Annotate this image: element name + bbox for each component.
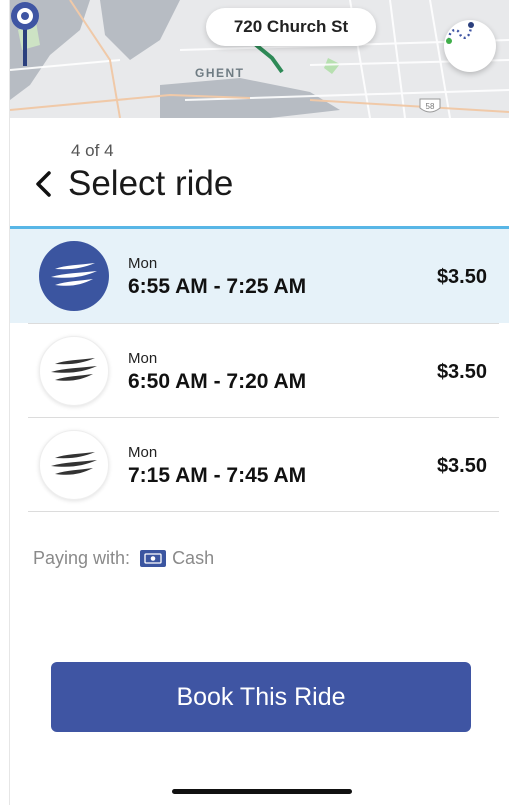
ride-day: Mon — [128, 350, 158, 367]
svg-text:58: 58 — [426, 102, 435, 111]
address-pill[interactable]: 720 Church St — [206, 8, 376, 46]
ride-price: $3.50 — [436, 361, 487, 383]
ride-price: $3.50 — [436, 455, 487, 477]
page-title: Select ride — [68, 164, 234, 203]
app: 720 Church St GHENT 58 4 of 4 Select rid… — [10, 0, 509, 805]
ride-day: Mon — [128, 255, 158, 272]
cash-icon — [140, 550, 167, 567]
ferry-icon — [51, 263, 97, 286]
book-ride-button[interactable]: Book This Ride — [51, 662, 471, 732]
ferry-avatar — [39, 336, 109, 406]
ride-option-2[interactable]: Mon 6:50 AM - 7:20 AM $3.50 — [10, 324, 509, 418]
ferry-avatar — [39, 241, 109, 311]
ride-time: 6:55 AM - 7:25 AM — [128, 275, 307, 298]
payment-label: Paying with: — [33, 548, 131, 568]
home-indicator[interactable] — [172, 789, 352, 794]
map[interactable]: 720 Church St GHENT 58 — [10, 0, 509, 118]
route-overview-button[interactable] — [444, 20, 496, 72]
ride-day: Mon — [128, 444, 158, 461]
list-divider — [28, 511, 499, 512]
ferry-avatar — [39, 430, 109, 500]
ride-time: 7:15 AM - 7:45 AM — [128, 464, 307, 487]
ride-time: 6:50 AM - 7:20 AM — [128, 370, 307, 393]
ferry-icon — [51, 358, 97, 381]
back-button[interactable] — [30, 162, 56, 206]
title-row: Select ride — [30, 162, 233, 206]
ride-option-1[interactable]: Mon 6:55 AM - 7:25 AM $3.50 — [10, 229, 509, 323]
chevron-left-icon — [36, 171, 51, 197]
route-icon — [446, 22, 474, 44]
screen-edge — [0, 0, 10, 805]
step-indicator: 4 of 4 — [71, 141, 114, 160]
highway-shield: 58 — [418, 98, 442, 116]
payment-method-name: Cash — [172, 548, 215, 568]
ride-option-3[interactable]: Mon 7:15 AM - 7:45 AM $3.50 — [10, 418, 509, 512]
ferry-icon — [51, 452, 97, 475]
ride-price: $3.50 — [436, 266, 487, 288]
map-area-label: GHENT — [195, 66, 245, 80]
location-pin-icon — [11, 2, 39, 66]
payment-method[interactable]: Paying with: Cash — [33, 548, 214, 569]
